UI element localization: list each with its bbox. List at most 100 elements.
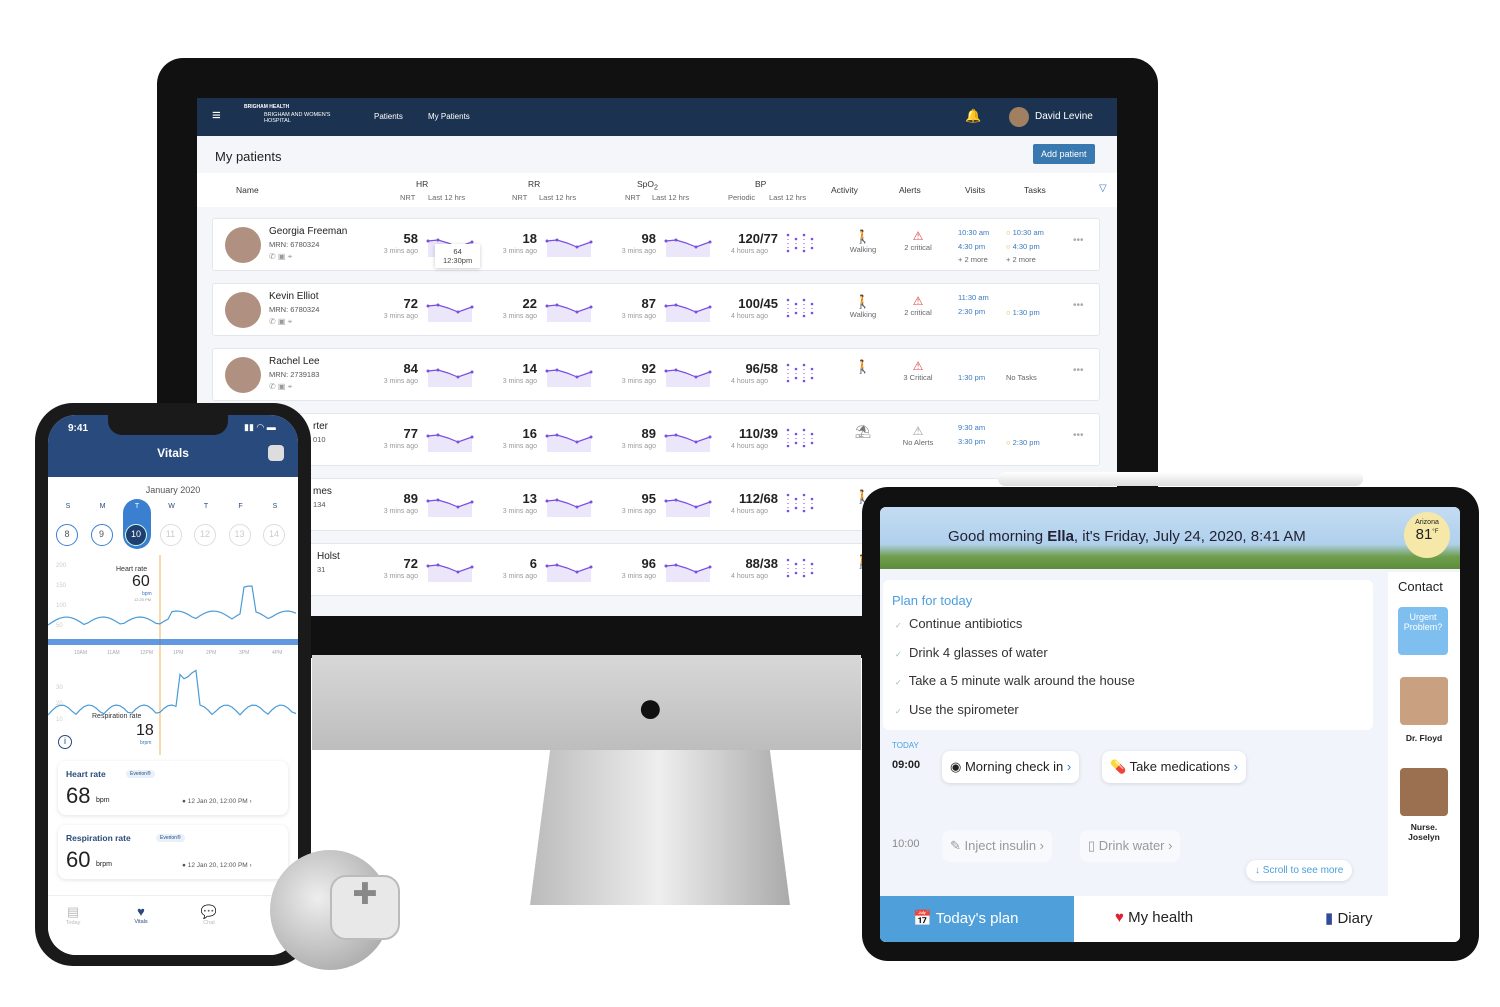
date-9[interactable]: 9 — [90, 524, 113, 546]
hr-sparkline[interactable] — [426, 426, 476, 456]
vital-card[interactable]: Heart rate Everion® 68 bpm ● 12 Jan 20, 12:0… — [58, 761, 288, 815]
table-row[interactable]: Rachel Lee MRN: 2739183 ✆ ▣ ⌖ 84 3 mins ago 1… — [212, 348, 1100, 401]
contact-nurse-joselyn[interactable]: Nurse. Joselyn — [1402, 822, 1446, 842]
rr-sparkline[interactable] — [545, 426, 595, 456]
phone-tab-chat[interactable]: 💬 Chat — [194, 904, 224, 926]
plan-item[interactable]: ✓ Continue antibiotics — [895, 616, 1022, 631]
bp-sparkline[interactable] — [786, 231, 836, 261]
table-row[interactable]: rter 010 77 3 mins ago 16 3 mins ago 89 3 mins … — [212, 413, 1100, 466]
hr-sparkline[interactable] — [426, 361, 476, 391]
spo2-sparkline[interactable] — [664, 296, 714, 326]
sync-device-icon[interactable] — [268, 445, 284, 461]
patient-name[interactable]: Georgia Freeman — [269, 226, 347, 237]
contact-icons[interactable]: ✆ ▣ ⌖ — [269, 317, 292, 327]
tasks-cell[interactable]: No Tasks — [1006, 371, 1037, 385]
avatar[interactable] — [1009, 107, 1029, 127]
user-name[interactable]: David Levine — [1035, 111, 1093, 122]
apple-logo-icon: ● — [637, 683, 664, 732]
alerts-cell[interactable]: ⚠ No Alerts — [893, 424, 943, 447]
tab-diary[interactable]: ▮ Diary — [1325, 909, 1372, 927]
rr-sparkline[interactable] — [545, 491, 595, 521]
hr-sparkline[interactable] — [426, 296, 476, 326]
filter-icon[interactable]: ▽ — [1099, 183, 1107, 194]
date-8[interactable]: 8 — [56, 524, 78, 546]
rr-line — [48, 669, 297, 716]
plan-item[interactable]: ✓ Drink 4 glasses of water — [895, 645, 1048, 660]
alerts-cell[interactable]: ⚠ 2 critical — [893, 294, 943, 317]
phone-tab-today[interactable]: ▤ Today — [58, 904, 88, 926]
task-morning-check-in[interactable]: ◉ Morning check in › — [942, 751, 1080, 783]
hr-sparkline[interactable] — [426, 556, 476, 586]
rr-sparkline[interactable] — [545, 296, 595, 326]
table-row[interactable]: Georgia Freeman MRN: 6780324 ✆ ▣ ⌖ 58 3 mins… — [212, 218, 1100, 271]
task-drink-water[interactable]: ▯ Drink water › — [1080, 830, 1181, 862]
spo2-sparkline[interactable] — [664, 426, 714, 456]
col-visits: Visits — [965, 185, 986, 195]
bp-time-ago: 4 hours ago — [731, 378, 768, 385]
contact-icons[interactable]: ✆ ▣ ⌖ — [269, 252, 292, 262]
spo2-sparkline[interactable] — [664, 361, 714, 391]
menu-icon[interactable]: ≡ — [212, 108, 221, 123]
bp-sparkline[interactable] — [786, 361, 836, 391]
rr-sparkline[interactable] — [545, 231, 595, 261]
task-inject-insulin[interactable]: ✎ Inject insulin › — [942, 830, 1053, 862]
rr-sparkline[interactable] — [545, 556, 595, 586]
activity-cell: 🚶 Walking — [843, 294, 883, 319]
bp-time-ago: 4 hours ago — [731, 248, 768, 255]
rr-sparkline[interactable] — [545, 361, 595, 391]
alerts-cell[interactable]: ⚠ 2 critical — [893, 229, 943, 252]
more-options-icon[interactable]: ••• — [1073, 365, 1084, 376]
contact-icons[interactable]: ✆ ▣ ⌖ — [269, 382, 292, 392]
add-patient-button[interactable]: Add patient — [1033, 144, 1095, 164]
vital-card[interactable]: Respiration rate Everion® 60 brpm ● 12 Jan 2… — [58, 825, 288, 879]
spo2-sparkline[interactable] — [664, 231, 714, 261]
tab-todays-plan[interactable]: 📅 Today's plan — [880, 896, 1074, 942]
more-options-icon[interactable]: ••• — [1073, 430, 1084, 441]
visits-cell[interactable]: 1:30 pm — [958, 371, 985, 385]
patient-name[interactable]: mes — [313, 486, 332, 497]
task-take-medications[interactable]: 💊 Take medications › — [1102, 751, 1246, 783]
scroll-more-button[interactable]: ↓ Scroll to see more — [1246, 860, 1353, 881]
breadcrumb-patients[interactable]: Patients — [374, 112, 403, 121]
alerts-cell[interactable]: ⚠ 3 Critical — [893, 359, 943, 382]
spo2-sparkline[interactable] — [664, 491, 714, 521]
nurse-joselyn-photo[interactable] — [1400, 768, 1448, 816]
patient-name[interactable]: Kevin Elliot — [269, 291, 318, 302]
tasks-cell[interactable]: ○ 2:30 pm — [1006, 436, 1040, 450]
bp-sparkline[interactable] — [786, 296, 836, 326]
urgent-problem-button[interactable]: Urgent Problem? — [1398, 607, 1448, 655]
patient-name[interactable]: Rachel Lee — [269, 356, 320, 367]
hr-time: 12:20 PM — [134, 597, 152, 602]
date-14[interactable]: 14 — [263, 524, 285, 546]
bp-sparkline[interactable] — [786, 491, 836, 521]
tasks-cell[interactable]: ○ 1:30 pm — [1006, 306, 1040, 320]
visits-cell[interactable]: 9:30 am 3:30 pm — [958, 421, 985, 448]
contact-dr-floyd[interactable]: Dr. Floyd — [1388, 733, 1460, 743]
date-12[interactable]: 12 — [194, 524, 216, 546]
date-10[interactable]: 10 — [125, 524, 147, 546]
plan-item[interactable]: ✓ Take a 5 minute walk around the house — [895, 673, 1135, 688]
tasks-cell[interactable]: ○ 10:30 am ○ 4:30 pm + 2 more — [1006, 226, 1044, 267]
bp-sparkline[interactable] — [786, 556, 836, 586]
plan-item[interactable]: ✓ Use the spirometer — [895, 702, 1019, 717]
tab-my-health[interactable]: ♥ My health — [1115, 909, 1193, 926]
bp-sparkline[interactable] — [786, 426, 836, 456]
hr-sparkline[interactable] — [426, 491, 476, 521]
visits-cell[interactable]: 10:30 am 4:30 pm + 2 more — [958, 226, 989, 267]
weekday-label: S — [272, 503, 278, 510]
date-11[interactable]: 11 — [159, 524, 182, 546]
more-options-icon[interactable]: ••• — [1073, 300, 1084, 311]
visits-cell[interactable]: 11:30 am 2:30 pm — [958, 291, 989, 318]
patient-name[interactable]: rter — [313, 421, 328, 432]
table-row[interactable]: Kevin Elliot MRN: 6780324 ✆ ▣ ⌖ 72 3 mins ag… — [212, 283, 1100, 336]
info-icon[interactable]: i — [58, 735, 72, 749]
bell-icon[interactable]: 🔔 — [965, 108, 981, 124]
page-title: My patients — [215, 149, 282, 164]
patient-name[interactable]: Holst — [317, 551, 340, 562]
dr-floyd-photo[interactable] — [1400, 677, 1448, 725]
date-13[interactable]: 13 — [228, 524, 251, 546]
spo2-time-ago: 3 mins ago — [621, 378, 656, 385]
spo2-sparkline[interactable] — [664, 556, 714, 586]
more-options-icon[interactable]: ••• — [1073, 235, 1084, 246]
phone-tab-vitals[interactable]: ♥ Vitals — [126, 904, 156, 925]
